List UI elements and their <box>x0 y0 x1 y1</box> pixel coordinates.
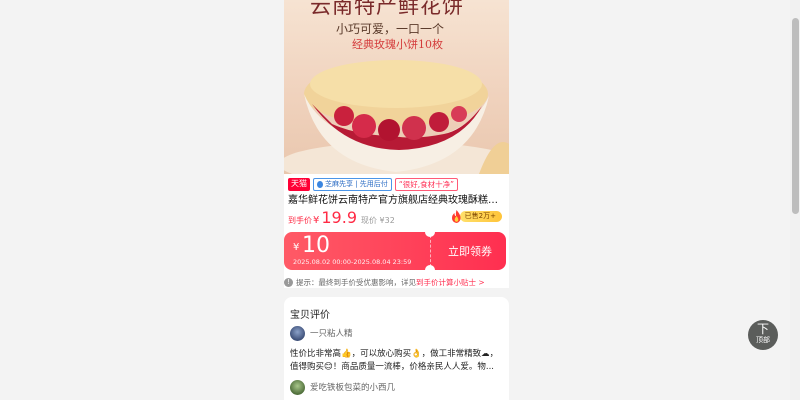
page-scrollbar[interactable] <box>790 0 800 400</box>
coupon-currency: ¥ <box>293 242 300 253</box>
credit-badge-label: 芝麻先享 | 先用后付 <box>325 180 388 188</box>
price-tip-link[interactable]: 到手价计算小贴士 > <box>416 277 485 288</box>
coupon-validity: 2025.08.02 00:00-2025.08.04 23:59 <box>293 258 412 266</box>
banner-headline: 云南特产鲜花饼 <box>310 0 464 18</box>
avatar <box>290 325 305 341</box>
price-tip: ! 提示：最终到手价受优惠影响，详见 到手价计算小贴士 > <box>284 276 485 288</box>
avatar <box>290 379 305 395</box>
sesame-credit-icon <box>317 181 323 188</box>
back-to-top-button[interactable]: 下 顶部 <box>748 320 778 350</box>
coupon-card[interactable]: ¥ 10 2025.08.02 00:00-2025.08.04 23:59 立… <box>284 232 506 270</box>
current-price: 现价 ¥32 <box>361 216 395 225</box>
back-to-top-label: 顶部 <box>756 336 770 344</box>
product-column: 云南特产鲜花饼 小巧可爱，一口一个 经典玫瑰小饼10枚 天猫 芝麻先享 | 先用… <box>284 0 509 400</box>
product-banner-image[interactable]: 云南特产鲜花饼 小巧可爱，一口一个 经典玫瑰小饼10枚 <box>284 0 509 174</box>
reviews-title[interactable]: 宝贝评价 <box>290 306 330 321</box>
review-user-1: 一只粘人精 <box>290 325 353 341</box>
credit-badge: 芝麻先享 | 先用后付 <box>313 178 392 191</box>
price-tip-text: 提示：最终到手价受优惠影响，详见 <box>296 277 416 287</box>
sold-count: 已售2万+ <box>451 209 502 223</box>
coupon-divider <box>430 235 431 267</box>
review-username: 一只粘人精 <box>310 329 353 339</box>
final-price-label: 到手价 <box>288 216 312 225</box>
arrow-up-icon: 下 <box>756 322 769 336</box>
coupon-value: 10 <box>302 233 330 258</box>
review-text[interactable]: 性价比非常高👍，可以放心购买👌，做工非常精致☁，值得购买😊！商品质量一流棒，价格… <box>290 348 504 374</box>
flame-icon <box>451 209 461 223</box>
claim-coupon-button[interactable]: 立即领券 <box>434 243 506 259</box>
price-row: 到手价 ¥ 19.9 现价 ¥32 <box>288 208 395 228</box>
info-icon: ! <box>284 277 293 287</box>
flower-cake-illustration <box>284 60 509 174</box>
tmall-badge: 天猫 <box>288 178 310 191</box>
review-quote-badge: “很好,食材十净” <box>394 178 458 191</box>
final-price: 19.9 <box>321 208 357 227</box>
sold-count-label: 已售2万+ <box>459 210 502 222</box>
review-user-2: 爱吃铁板包菜的小西几 <box>290 379 395 395</box>
reviews-section: 宝贝评价 一只粘人精 性价比非常高👍，可以放心购买👌，做工非常精致☁，值得购买😊… <box>284 297 509 400</box>
banner-subline: 小巧可爱，一口一个 <box>336 22 445 36</box>
product-title[interactable]: 嘉华鲜花饼云南特产官方旗舰店经典玫瑰酥糕点心... <box>288 194 506 208</box>
product-tags: 天猫 芝麻先享 | 先用后付 “很好,食材十净” <box>288 178 458 191</box>
scrollbar-thumb[interactable] <box>792 18 799 214</box>
product-info-card[interactable]: 天猫 芝麻先享 | 先用后付 “很好,食材十净” 嘉华鲜花饼云南特产官方旗舰店经… <box>284 174 509 288</box>
price-currency: ¥ <box>313 215 320 226</box>
review-username: 爱吃铁板包菜的小西几 <box>310 383 396 393</box>
